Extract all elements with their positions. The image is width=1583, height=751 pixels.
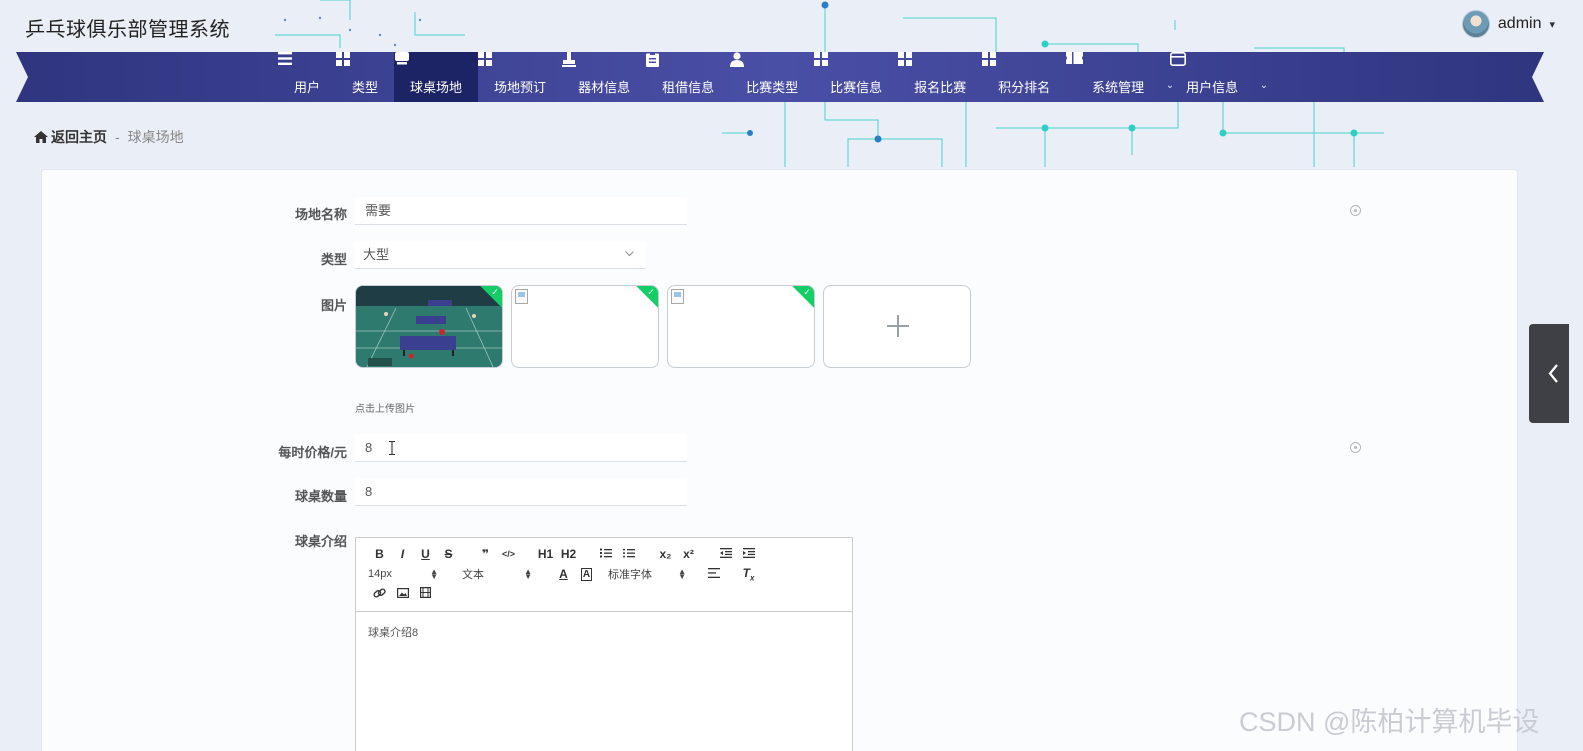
indent-icon [742, 548, 755, 558]
video-button[interactable] [414, 587, 437, 601]
align-left-icon [707, 568, 720, 578]
user-menu[interactable]: admin ▾ [1461, 10, 1555, 38]
nav-item-match-types[interactable]: 比赛类型 [730, 52, 814, 102]
video-icon [420, 587, 432, 599]
updown-icon: ▲ ▼ [430, 567, 438, 581]
chevron-left-icon [1548, 364, 1558, 383]
home-icon [34, 131, 48, 143]
nav-item-ranking[interactable]: 积分排名 [982, 52, 1066, 102]
intro-label: 球桌介绍 [294, 534, 347, 549]
side-panel-toggle[interactable] [1529, 324, 1569, 423]
editor-toolbar: B I U S ❞ </> H1 H2 x₂ x² 14px ▲ ▼ 文本 ▲ … [356, 538, 852, 612]
breadcrumb-current: 球桌场地 [127, 129, 184, 145]
bullet-list-button[interactable] [617, 547, 640, 561]
image-icon [396, 588, 409, 599]
venue-name-label: 场地名称 [294, 207, 347, 222]
type-select[interactable]: 大型 [355, 241, 645, 269]
header1-button[interactable]: H1 [534, 547, 557, 561]
nav-item-system[interactable]: 系统管理 ⌄ [1066, 52, 1174, 102]
code-block-button[interactable]: </> [497, 549, 520, 559]
link-icon [373, 587, 386, 598]
watermark: CSDN @陈柏计算机毕设 [1239, 707, 1540, 737]
top-header: 乒乓球俱乐部管理系统 admin ▾ [0, 0, 1583, 52]
image-thumbnail[interactable]: ✓ [511, 285, 659, 368]
text-color-button[interactable]: A [552, 567, 575, 581]
nav-item-venue-booking[interactable]: 场地预订 [478, 52, 562, 102]
upload-tip: 点击上传图片 [355, 404, 415, 415]
plus-icon [887, 315, 909, 337]
nav-item-users[interactable]: 用户 [278, 52, 336, 102]
form-card: 场地名称 需要 类型 大型 图片 ✓ ✓ ✓ 点击上传图片 每时价格/元 8 球… [41, 169, 1518, 751]
clear-icon[interactable] [1350, 442, 1361, 453]
font-size-picker[interactable]: 14px ▲ ▼ [368, 567, 438, 581]
check-icon: ✓ [491, 287, 499, 297]
nav-item-equipment[interactable]: 器材信息 [562, 52, 646, 102]
updown-icon: ▲ ▼ [678, 567, 686, 581]
breadcrumb: 返回主页 - 球桌场地 [34, 127, 184, 147]
price-label: 每时价格/元 [278, 445, 347, 460]
font-family-picker[interactable]: 标准字体 ▲ ▼ [608, 566, 686, 582]
link-button[interactable] [368, 587, 391, 602]
check-icon: ✓ [647, 287, 655, 297]
editor-content[interactable]: 球桌介绍8 [356, 612, 852, 652]
nav-item-user-info[interactable]: 用户信息 ⌄ [1170, 52, 1268, 102]
image-button[interactable] [391, 587, 414, 601]
chevron-down-icon [625, 251, 634, 257]
user-caret-icon[interactable]: ▾ [1549, 18, 1555, 31]
type-select-value: 大型 [363, 247, 390, 262]
outdent-icon [719, 548, 732, 558]
ordered-list-button[interactable] [594, 547, 617, 561]
upload-image-button[interactable] [823, 285, 971, 368]
italic-button[interactable]: I [391, 547, 414, 561]
image-thumbnail[interactable]: ✓ [355, 285, 503, 368]
broken-image-icon [671, 289, 684, 304]
type-label: 类型 [320, 252, 347, 267]
nav-item-types[interactable]: 类型 [336, 52, 394, 102]
main-nav: 用户 类型 球桌场地 场地预订 器材信息 租借信息 比赛类型 比赛信息 报名比赛… [16, 52, 1544, 102]
subscript-button[interactable]: x₂ [654, 547, 677, 561]
user-name[interactable]: admin [1498, 15, 1542, 33]
chevron-down-icon: ⌄ [1259, 80, 1269, 91]
header-picker[interactable]: 文本 ▲ ▼ [462, 566, 532, 582]
underline-button[interactable]: U [414, 547, 437, 561]
venue-name-input[interactable]: 需要 [355, 197, 687, 225]
text-cursor-icon [389, 441, 395, 455]
nav-item-tables[interactable]: 球桌场地 [394, 52, 479, 102]
nav-item-rentals[interactable]: 租借信息 [646, 52, 730, 102]
table-count-input[interactable]: 8 [355, 478, 687, 506]
nav-item-match-signup[interactable]: 报名比赛 [898, 52, 982, 102]
header2-button[interactable]: H2 [557, 547, 580, 561]
price-input[interactable]: 8 [355, 434, 687, 462]
breadcrumb-separator: - [115, 129, 120, 145]
updown-icon: ▲ ▼ [524, 567, 532, 581]
bullet-list-icon [622, 548, 635, 558]
breadcrumb-home[interactable]: 返回主页 [34, 127, 107, 147]
image-thumbnail[interactable]: ✓ [667, 285, 815, 368]
rich-text-editor: B I U S ❞ </> H1 H2 x₂ x² 14px ▲ ▼ 文本 ▲ … [355, 537, 853, 751]
clear-icon[interactable] [1350, 205, 1361, 216]
align-button[interactable] [702, 567, 725, 581]
strike-button[interactable]: S [437, 547, 460, 561]
bold-button[interactable]: B [368, 547, 391, 561]
avatar[interactable] [1461, 10, 1490, 38]
nav-item-match-info[interactable]: 比赛信息 [814, 52, 898, 102]
check-icon: ✓ [803, 287, 811, 297]
ordered-list-icon [599, 548, 612, 558]
images-label: 图片 [320, 298, 347, 313]
app-title: 乒乓球俱乐部管理系统 [25, 19, 230, 41]
broken-image-icon [515, 289, 528, 304]
table-count-label: 球桌数量 [294, 489, 347, 504]
table-tennis-photo [356, 286, 502, 367]
indent-button[interactable] [737, 547, 760, 561]
background-color-button[interactable]: A [575, 567, 598, 581]
superscript-button[interactable]: x² [677, 547, 700, 561]
outdent-button[interactable] [714, 547, 737, 561]
blockquote-button[interactable]: ❞ [474, 547, 497, 561]
clear-format-button[interactable]: Tx [737, 566, 760, 582]
